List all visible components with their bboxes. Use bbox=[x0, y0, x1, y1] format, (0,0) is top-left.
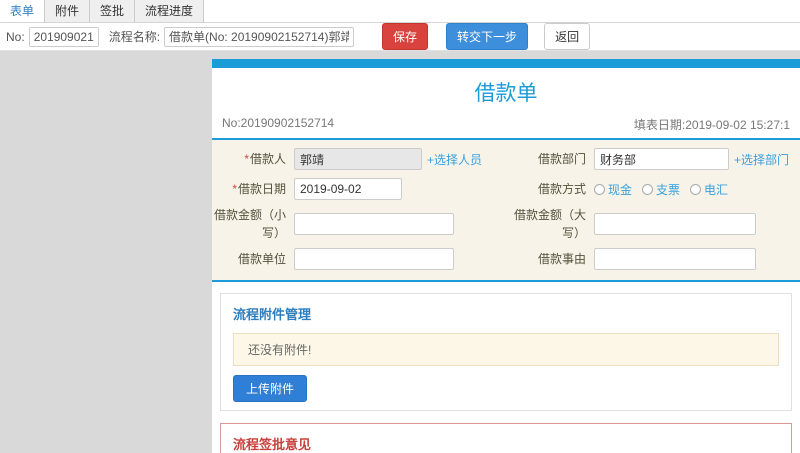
borrow-reason-input[interactable] bbox=[594, 248, 756, 270]
required-marker: * bbox=[244, 152, 249, 166]
loan-form-grid: *借款人 +选择人员 借款部门 +选择部门 *借款日期 借款方式 bbox=[212, 140, 800, 282]
tab-approvals[interactable]: 签批 bbox=[90, 0, 136, 22]
borrow-unit-label: 借款单位 bbox=[237, 252, 286, 266]
tab-bar: 表单 附件 签批 流程进度 bbox=[0, 0, 800, 23]
borrow-method-label: 借款方式 bbox=[537, 182, 586, 196]
radio-circle-icon[interactable] bbox=[642, 183, 654, 195]
forward-next-step-button[interactable]: 转交下一步 bbox=[446, 23, 529, 50]
borrow-date-label: *借款日期 bbox=[232, 182, 286, 196]
borrower-input[interactable] bbox=[294, 148, 422, 170]
borrow-dept-label: 借款部门 bbox=[537, 152, 586, 166]
page-background: 借款单 No:20190902152714 填表日期:2019-09-02 15… bbox=[0, 51, 800, 453]
save-button[interactable]: 保存 bbox=[382, 23, 429, 50]
tab-progress[interactable]: 流程进度 bbox=[135, 0, 205, 22]
radio-cheque[interactable]: 支票 bbox=[642, 181, 680, 198]
amount-lower-label: 借款金额（小写） bbox=[213, 208, 286, 240]
borrower-field: +选择人员 bbox=[286, 144, 500, 174]
amount-upper-field bbox=[586, 204, 800, 244]
attachments-section: 流程附件管理 还没有附件! 上传附件 bbox=[220, 293, 792, 411]
radio-circle-icon[interactable] bbox=[690, 183, 702, 195]
select-person-link[interactable]: +选择人员 bbox=[427, 151, 482, 168]
form-title: 借款单 bbox=[474, 82, 538, 105]
radio-cash[interactable]: 现金 bbox=[594, 181, 632, 198]
radio-wire[interactable]: 电汇 bbox=[690, 181, 728, 198]
borrow-reason-field bbox=[586, 244, 800, 274]
fill-date-text: 填表日期:2019-09-02 15:27:1 bbox=[633, 118, 790, 132]
approval-section: 流程签批意见 B I abc A bbox=[220, 423, 792, 453]
borrow-method-field: 现金 支票 电汇 bbox=[586, 174, 800, 204]
amount-upper-input[interactable] bbox=[594, 213, 756, 235]
flow-name-input[interactable] bbox=[164, 26, 355, 47]
form-subheader: No:20190902152714 填表日期:2019-09-02 15:27:… bbox=[212, 114, 800, 140]
required-marker: * bbox=[232, 182, 237, 196]
no-input[interactable] bbox=[28, 26, 99, 47]
borrower-label: *借款人 bbox=[244, 152, 286, 166]
select-dept-link[interactable]: +选择部门 bbox=[734, 151, 789, 168]
attachments-heading: 流程附件管理 bbox=[233, 307, 312, 322]
borrow-date-input[interactable] bbox=[294, 178, 402, 200]
upload-attachment-button[interactable]: 上传附件 bbox=[233, 375, 308, 402]
radio-circle-icon[interactable] bbox=[594, 183, 605, 195]
back-button[interactable]: 返回 bbox=[544, 23, 591, 50]
borrow-dept-field: +选择部门 bbox=[586, 144, 800, 174]
amount-lower-input[interactable] bbox=[294, 213, 454, 235]
toolbar: No: 流程名称: 保存 转交下一步 返回 bbox=[0, 23, 800, 51]
amount-upper-label: 借款金额（大写） bbox=[513, 208, 586, 240]
borrow-unit-field bbox=[286, 244, 500, 274]
borrow-dept-input[interactable] bbox=[594, 148, 729, 170]
tab-attachments[interactable]: 附件 bbox=[45, 0, 91, 22]
panel-top-accent-bar bbox=[212, 59, 800, 68]
flow-name-label: 流程名称: bbox=[108, 30, 161, 44]
borrow-date-field bbox=[286, 174, 500, 204]
no-attachments-alert: 还没有附件! bbox=[233, 333, 779, 366]
borrow-reason-label: 借款事由 bbox=[537, 252, 586, 266]
approval-heading: 流程签批意见 bbox=[233, 437, 312, 452]
amount-lower-field bbox=[286, 204, 500, 244]
no-label: No: bbox=[6, 29, 25, 44]
tab-form[interactable]: 表单 bbox=[0, 0, 46, 22]
borrow-unit-input[interactable] bbox=[294, 248, 454, 270]
form-panel: 借款单 No:20190902152714 填表日期:2019-09-02 15… bbox=[212, 59, 800, 453]
form-no-text: No:20190902152714 bbox=[222, 116, 335, 130]
